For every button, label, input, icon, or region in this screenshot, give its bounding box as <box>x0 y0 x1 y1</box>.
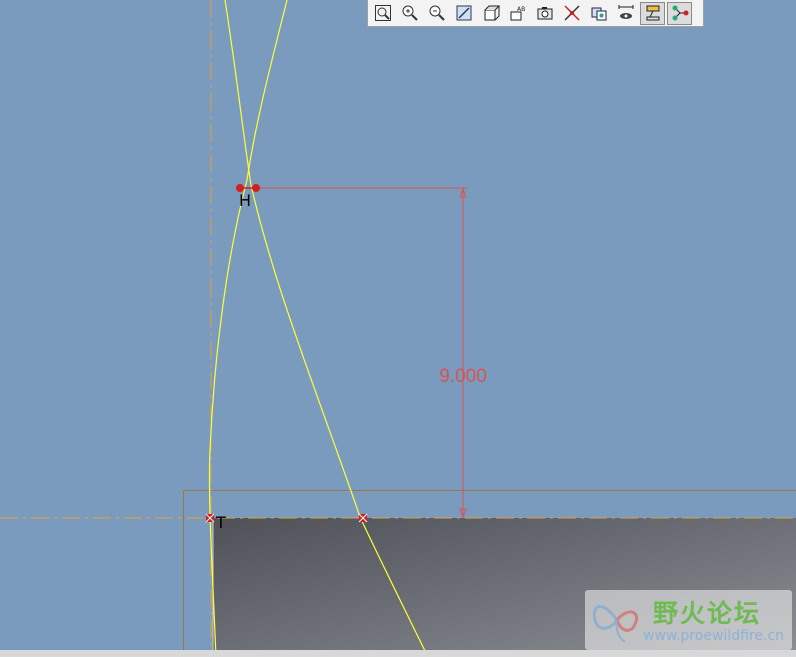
refit-button[interactable] <box>370 2 395 25</box>
bottom-status-strip <box>0 650 796 657</box>
repaint-button[interactable] <box>451 2 476 25</box>
repaint-icon <box>456 5 471 21</box>
dimension-value[interactable]: 9.000 <box>439 366 487 387</box>
show-points-icon <box>672 5 688 21</box>
show-grid-icon <box>591 7 606 21</box>
zoom-out-icon <box>429 5 445 21</box>
sketch-canvas[interactable]: 9.000 H T <box>0 0 796 657</box>
svg-text:AB: AB <box>517 6 525 13</box>
sketch-point-tangent[interactable] <box>205 513 215 523</box>
zoom-out-button[interactable] <box>424 2 449 25</box>
tangent-constraint-label[interactable]: T <box>215 513 226 532</box>
camera-icon <box>537 7 552 20</box>
watermark-title: 野火论坛 <box>653 599 762 628</box>
show-vertices-icon <box>646 5 659 21</box>
show-points-button[interactable] <box>667 1 692 25</box>
saved-views-button[interactable]: AB <box>505 2 530 25</box>
display-style-button[interactable] <box>478 2 503 25</box>
zoom-in-button[interactable] <box>397 2 422 25</box>
watermark-url: www.proewildfire.cn <box>643 628 785 644</box>
butterfly-logo-icon <box>592 605 638 643</box>
saved-views-icon: AB <box>510 6 525 21</box>
show-vertices-button[interactable] <box>640 1 665 25</box>
sketch-point-intersection[interactable] <box>358 513 368 523</box>
show-grid-button[interactable] <box>586 2 611 25</box>
display-style-icon <box>484 5 500 21</box>
forum-watermark: 野火论坛 www.proewildfire.cn <box>585 590 792 650</box>
show-dimensions-button[interactable] <box>613 2 638 25</box>
zoom-in-icon <box>402 5 418 21</box>
view-toolbar: AB <box>367 0 704 27</box>
show-constraints-icon <box>563 5 580 21</box>
show-constraints-button[interactable] <box>559 2 584 25</box>
horizontal-constraint-label[interactable]: H <box>239 191 251 210</box>
camera-button[interactable] <box>532 2 557 25</box>
refit-zoom-icon <box>374 5 391 21</box>
show-dimensions-icon <box>618 5 633 19</box>
